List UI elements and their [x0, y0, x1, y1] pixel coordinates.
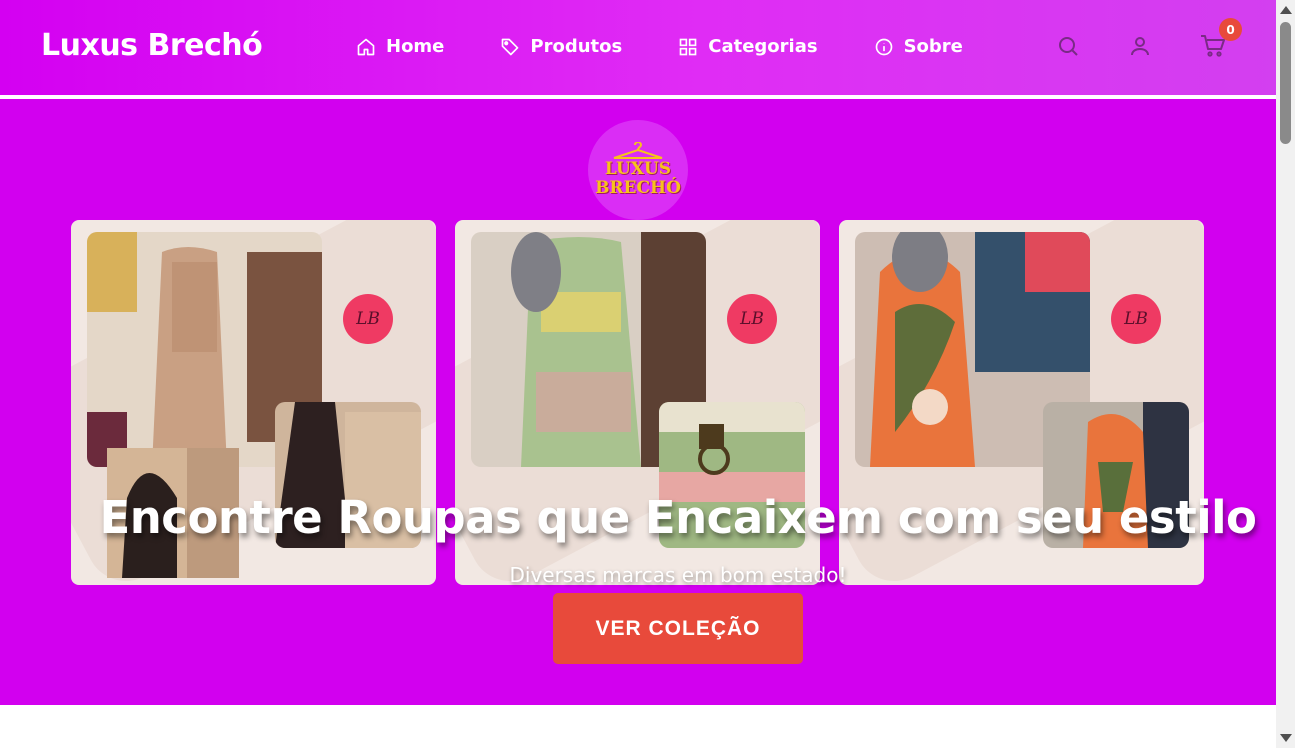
user-icon	[1131, 37, 1149, 56]
hero-subtitle: Diversas marcas em bom estado!	[509, 563, 847, 587]
hero-title: Encontre Roupas que Encaixem com seu est…	[99, 491, 1257, 544]
main-nav: Home Produtos Categorias Sobre	[356, 36, 1019, 57]
cart-button[interactable]: 0	[1200, 18, 1242, 58]
nav-item-produtos[interactable]: Produtos	[500, 36, 622, 57]
vertical-scrollbar[interactable]	[1276, 0, 1295, 748]
card-brand-badge: LB	[727, 294, 777, 344]
info-icon	[875, 38, 892, 55]
logo-text-line1: LUXUS	[604, 159, 672, 179]
nav-label: Home	[386, 36, 445, 57]
page: Luxus Brechó Home Produtos Categorias So…	[0, 0, 1295, 748]
nav-item-home[interactable]: Home	[356, 36, 444, 57]
site-header: Luxus Brechó Home Produtos Categorias So…	[0, 0, 1276, 96]
brand-logo[interactable]: Luxus Brechó	[41, 28, 263, 63]
grid-icon	[679, 38, 697, 55]
home-icon	[357, 38, 375, 55]
nav-label: Categorias	[708, 36, 818, 57]
search-icon	[1059, 37, 1078, 56]
logo-text-line2: BRECHÓ	[595, 178, 681, 198]
scrollbar-thumb[interactable]	[1280, 22, 1291, 144]
scroll-down-arrow-icon[interactable]	[1280, 734, 1292, 742]
hero-section: LUXUS BRECHÓ LB LB LB Encontre Roupas qu…	[0, 99, 1276, 705]
cart-count-badge: 0	[1219, 18, 1242, 41]
nav-label: Produtos	[530, 36, 623, 57]
search-button[interactable]	[1056, 34, 1080, 58]
header-actions: 0	[1008, 18, 1242, 58]
account-button[interactable]	[1128, 34, 1152, 58]
hanger-icon	[613, 142, 663, 159]
nav-item-sobre[interactable]: Sobre	[874, 36, 963, 57]
nav-label: Sobre	[903, 36, 963, 57]
tag-icon	[502, 38, 519, 55]
card-brand-badge: LB	[343, 294, 393, 344]
card-brand-badge: LB	[1111, 294, 1161, 344]
scroll-up-arrow-icon[interactable]	[1280, 6, 1292, 14]
view-collection-button[interactable]: VER COLEÇÃO	[553, 593, 803, 664]
hero-logo: LUXUS BRECHÓ	[588, 120, 688, 220]
nav-item-categorias[interactable]: Categorias	[678, 36, 818, 57]
